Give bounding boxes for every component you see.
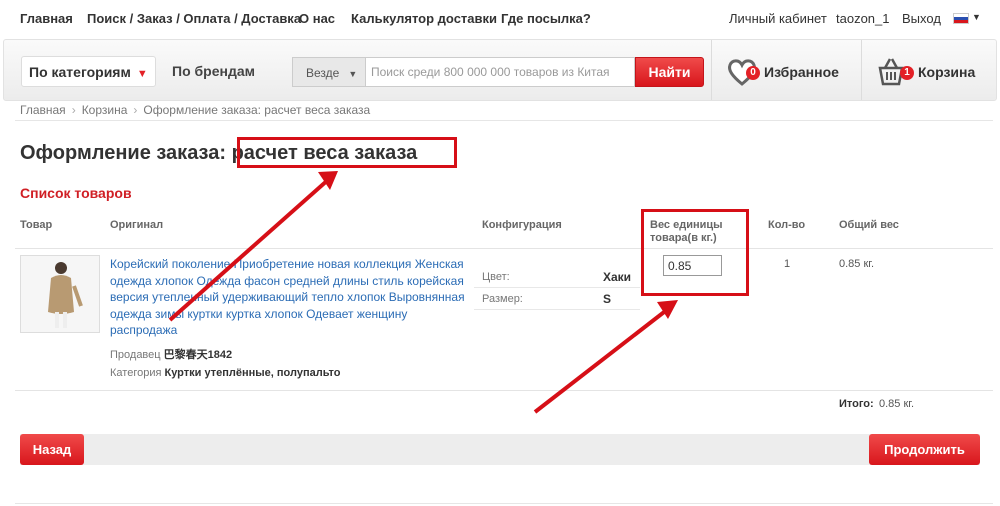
product-title-link[interactable]: Корейский поколение Приобретение новая к… (110, 256, 470, 339)
quantity-value: 1 (784, 258, 791, 270)
config-value: Хаки (603, 270, 632, 284)
product-thumbnail[interactable] (20, 255, 100, 333)
category-info: Категория Куртки утеплённые, полупальто (110, 367, 340, 379)
config-color: Цвет: Хаки (474, 266, 640, 288)
breadcrumb-cart[interactable]: Корзина (82, 103, 128, 117)
account-link[interactable]: Личный кабинет (729, 11, 827, 26)
search-scope-label: Везде (306, 66, 340, 80)
header-original: Оригинал (110, 219, 164, 231)
arrow-to-weight (533, 307, 670, 414)
chevron-right-icon: › (133, 103, 138, 117)
breadcrumb-home[interactable]: Главная (20, 103, 66, 117)
chevron-down-icon: ▼ (136, 68, 148, 80)
seller-name: 巴黎春天1842 (163, 349, 233, 361)
header-total-weight: Общий вес (839, 219, 899, 231)
chevron-down-icon: ▼ (348, 69, 358, 79)
header-product: Товар (20, 219, 53, 231)
divider (15, 503, 993, 504)
config-key: Цвет: (482, 271, 510, 283)
config-value: S (603, 292, 612, 306)
config-size: Размер: S (474, 288, 640, 310)
back-button[interactable]: Назад (20, 434, 84, 465)
header-quantity: Кол-во (768, 219, 806, 231)
search-input[interactable] (365, 57, 635, 87)
config-key: Размер: (482, 293, 523, 305)
nav-link-delivery-calculator[interactable]: Калькулятор доставки (351, 11, 497, 26)
search-scope-dropdown[interactable]: Везде ▼ (292, 57, 365, 87)
nav-link-tracking[interactable]: Где посылка? (501, 11, 591, 26)
chevron-right-icon: › (71, 103, 76, 117)
header-configuration: Конфигурация (482, 219, 562, 231)
category-name: Куртки утеплённые, полупальто (164, 367, 341, 379)
seller-info: Продавец 巴黎春天1842 (110, 346, 232, 362)
weight-highlight-box (641, 209, 749, 296)
arrow-head-title (318, 171, 338, 190)
section-title: Список товаров (20, 185, 132, 201)
cart-count-badge: 1 (900, 66, 914, 80)
breadcrumb: Главная › Корзина › Оформление заказа: расче… (20, 103, 370, 117)
total-weight-value: 0.85 кг. (839, 258, 875, 270)
product-image (21, 256, 99, 332)
category-dropdown[interactable]: По категориям ▼ (21, 56, 156, 87)
action-bar (20, 434, 980, 465)
header-bar: По категориям ▼ По брендам Везде ▼ Найти 0… (3, 39, 997, 101)
favorites-count-badge: 0 (746, 66, 760, 80)
header-divider (861, 40, 862, 100)
category-label: Категория (110, 367, 162, 379)
continue-button[interactable]: Продолжить (869, 434, 980, 465)
divider (15, 120, 993, 121)
nav-link-about[interactable]: О нас (299, 11, 335, 26)
header-divider (711, 40, 712, 100)
arrow-head-weight (657, 300, 678, 319)
brands-link[interactable]: По брендам (172, 63, 255, 79)
top-navigation: Главная Поиск / Заказ / Оплата / Доставк… (0, 0, 1000, 36)
nav-link-home[interactable]: Главная (20, 11, 73, 26)
nav-link-search-order[interactable]: Поиск / Заказ / Оплата / Доставка (87, 11, 301, 26)
title-highlight-box (237, 137, 457, 168)
seller-label: Продавец (110, 349, 161, 361)
username-link[interactable]: taozon_1 (836, 11, 890, 26)
table-divider (15, 390, 993, 391)
total-label: Итого: (839, 398, 874, 410)
search-button[interactable]: Найти (635, 57, 704, 87)
table-divider (15, 248, 993, 249)
favorites-label: Избранное (764, 64, 839, 80)
language-dropdown-icon[interactable]: ▼ (972, 12, 981, 22)
logout-link[interactable]: Выход (902, 11, 941, 26)
cart-label: Корзина (918, 64, 976, 80)
total-value: 0.85 кг. (879, 398, 915, 410)
breadcrumb-current: Оформление заказа: расчет веса заказа (143, 103, 371, 117)
russian-flag-icon[interactable] (953, 13, 969, 24)
category-dropdown-label: По категориям (29, 64, 131, 80)
